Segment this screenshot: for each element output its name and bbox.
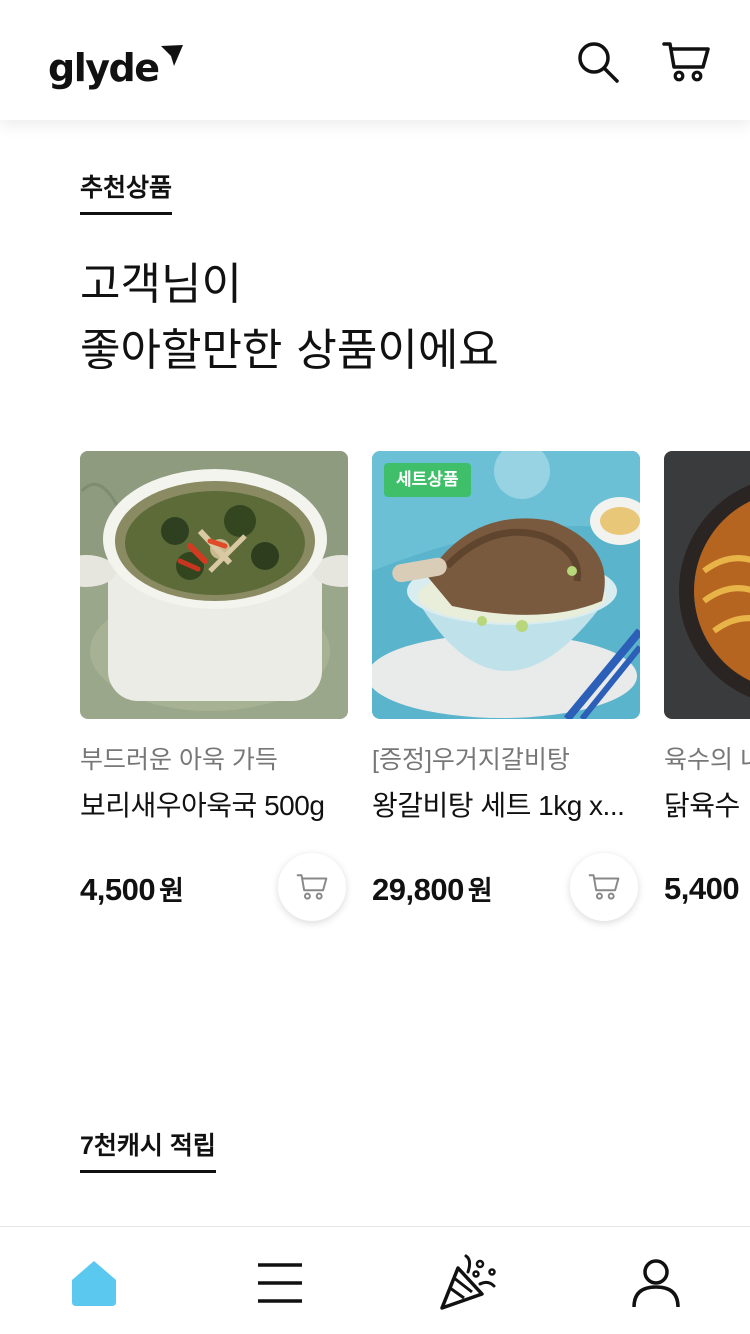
app-header: glyde — [0, 0, 750, 120]
tab-home[interactable] — [64, 1253, 124, 1313]
product-price: 29,800 — [372, 872, 464, 907]
product-card[interactable]: 육수의 내 닭육수 5,400 — [664, 451, 750, 909]
cart-icon — [296, 874, 328, 900]
cart-icon — [588, 874, 620, 900]
product-name[interactable]: 왕갈비탕 세트 1kg x... — [372, 789, 640, 823]
price-row: 29,800 원 — [372, 853, 640, 921]
logo-text: glyde — [48, 46, 160, 90]
product-subtitle: 육수의 내 — [664, 746, 750, 774]
section-label-recommend: 추천상품 — [80, 172, 173, 215]
profile-icon — [632, 1259, 680, 1308]
product-name[interactable]: 닭육수 — [664, 789, 750, 823]
cart-icon — [662, 42, 710, 82]
currency-label: 원 — [467, 876, 493, 906]
product-carousel[interactable]: 부드러운 아욱 가득 보리새우아욱국 500g 4,500 원 세트상품 [증정… — [80, 451, 750, 941]
logo-mark-icon — [161, 45, 184, 66]
cart-button[interactable] — [660, 36, 712, 88]
product-price: 5,400 — [664, 871, 740, 906]
section-label-cash: 7천캐시 적립 — [80, 1130, 216, 1173]
price-row: 4,500 원 — [80, 853, 348, 921]
product-name[interactable]: 보리새우아욱국 500g — [80, 789, 348, 823]
tab-menu[interactable] — [250, 1253, 310, 1313]
product-card[interactable]: 부드러운 아욱 가득 보리새우아욱국 500g 4,500 원 — [80, 451, 348, 921]
home-icon — [72, 1261, 116, 1306]
product-subtitle: 부드러운 아욱 가득 — [80, 746, 278, 774]
search-button[interactable] — [572, 36, 624, 88]
currency-label: 원 — [159, 876, 184, 906]
noodle-image — [664, 451, 750, 719]
recommend-headline: 고객님이 좋아할만한 상품이에요 — [80, 252, 499, 384]
product-subtitle: [증정]우거지갈비탕 — [372, 746, 570, 774]
add-to-cart-button[interactable] — [278, 853, 346, 921]
add-to-cart-button[interactable] — [570, 853, 638, 921]
price-row: 5,400 — [664, 869, 750, 909]
product-price: 4,500 — [80, 872, 156, 907]
party-popper-icon — [440, 1254, 496, 1310]
menu-icon — [258, 1263, 302, 1303]
product-image[interactable] — [664, 451, 750, 719]
headline-line-1: 고객님이 — [80, 259, 242, 310]
bottom-tab-bar — [0, 1226, 750, 1334]
product-image[interactable]: 세트상품 — [372, 451, 640, 719]
set-product-badge: 세트상품 — [384, 463, 471, 497]
product-card[interactable]: 세트상품 [증정]우거지갈비탕 왕갈비탕 세트 1kg x... 29,800 원 — [372, 451, 640, 921]
search-icon — [578, 42, 619, 83]
soup-pot-image — [80, 451, 348, 719]
tab-event[interactable] — [438, 1253, 498, 1313]
product-image[interactable] — [80, 451, 348, 719]
headline-line-2: 좋아할만한 상품이에요 — [80, 325, 499, 376]
glyde-logo[interactable]: glyde — [48, 44, 184, 92]
tab-profile[interactable] — [626, 1253, 686, 1313]
